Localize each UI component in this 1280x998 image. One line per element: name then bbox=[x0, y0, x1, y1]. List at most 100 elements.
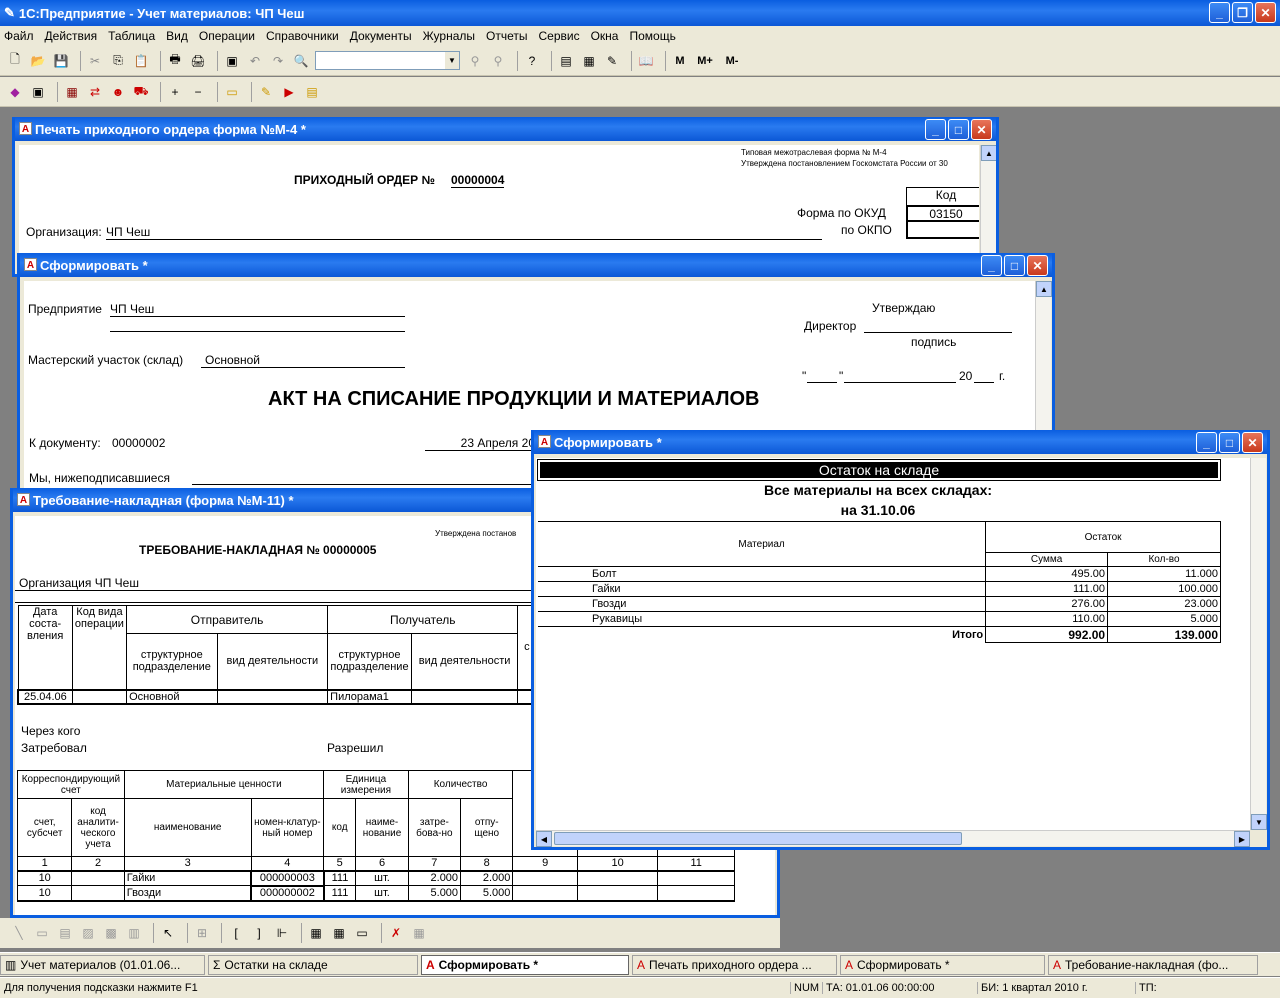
menu-service[interactable]: Сервис bbox=[538, 29, 579, 43]
group-icon[interactable]: ⊞ bbox=[193, 924, 211, 942]
restore-button[interactable]: ❐ bbox=[1232, 2, 1253, 23]
task-receipt-order[interactable]: A Печать приходного ордера ... bbox=[632, 954, 837, 975]
table-props-icon[interactable]: ▦ bbox=[410, 924, 428, 942]
close-button[interactable]: ✕ bbox=[1255, 2, 1276, 23]
scroll-left-icon[interactable]: ◀ bbox=[536, 831, 552, 847]
maximize-button[interactable]: □ bbox=[1004, 255, 1025, 276]
minimize-button[interactable]: _ bbox=[925, 119, 946, 140]
plus-icon[interactable]: + bbox=[166, 83, 184, 101]
search-combo[interactable]: ▼ bbox=[315, 51, 460, 70]
scroll-up-icon[interactable]: ▲ bbox=[1036, 281, 1052, 297]
scroll-right-icon[interactable]: ▶ bbox=[1234, 831, 1250, 847]
org-line bbox=[15, 590, 535, 591]
picture-icon[interactable]: ▨ bbox=[79, 924, 97, 942]
journal-icon[interactable]: ▣ bbox=[29, 83, 47, 101]
row-opcode bbox=[71, 689, 128, 704]
year-line bbox=[974, 369, 994, 383]
rectangle-icon[interactable]: ▭ bbox=[33, 924, 51, 942]
undo-icon[interactable]: ↶ bbox=[246, 52, 264, 70]
print-icon[interactable]: 🖶 bbox=[166, 52, 184, 70]
scroll-thumb[interactable] bbox=[554, 832, 962, 845]
menu-actions[interactable]: Действия bbox=[45, 29, 98, 43]
close-button[interactable]: ✕ bbox=[971, 119, 992, 140]
menu-reports[interactable]: Отчеты bbox=[486, 29, 527, 43]
memory-mplus-button[interactable]: M+ bbox=[694, 52, 716, 70]
signature-label: подпись bbox=[911, 335, 957, 349]
maximize-button[interactable]: □ bbox=[1219, 432, 1240, 453]
chevron-down-icon[interactable]: ▼ bbox=[445, 52, 459, 69]
copy-icon[interactable]: ⎘ bbox=[109, 52, 127, 70]
task-form-active[interactable]: A Сформировать * bbox=[421, 954, 629, 975]
vertical-scrollbar[interactable]: ▼ bbox=[1250, 458, 1267, 830]
menu-view[interactable]: Вид bbox=[166, 29, 188, 43]
transfer-icon[interactable]: ⇄ bbox=[86, 83, 104, 101]
text-icon[interactable]: ▤ bbox=[56, 924, 74, 942]
new-icon[interactable]: 🗋 bbox=[6, 52, 24, 70]
minus-icon[interactable]: − bbox=[189, 83, 207, 101]
help-icon[interactable]: ? bbox=[523, 52, 541, 70]
menu-references[interactable]: Справочники bbox=[266, 29, 339, 43]
memory-m-button[interactable]: M bbox=[671, 52, 689, 70]
operations-icon[interactable]: ◆ bbox=[6, 83, 24, 101]
close-button[interactable]: ✕ bbox=[1242, 432, 1263, 453]
bracket-close-icon[interactable]: ] bbox=[250, 924, 268, 942]
warehouse-icon[interactable]: ▦ bbox=[63, 83, 81, 101]
edit-icon[interactable]: ✎ bbox=[257, 83, 275, 101]
table-row-unit: шт. bbox=[355, 870, 409, 886]
task-stock[interactable]: Σ Остатки на складе bbox=[208, 954, 418, 975]
book-icon[interactable]: 📖 bbox=[637, 52, 655, 70]
menu-journals[interactable]: Журналы bbox=[423, 29, 475, 43]
pointer-icon[interactable]: ↖ bbox=[159, 924, 177, 942]
cut-icon[interactable]: ✂ bbox=[86, 52, 104, 70]
memory-mminus-button[interactable]: M- bbox=[721, 52, 743, 70]
okpo-value bbox=[906, 222, 979, 239]
task-materials[interactable]: ▥ Учет материалов (01.01.06... bbox=[0, 954, 205, 975]
menu-table[interactable]: Таблица bbox=[108, 29, 155, 43]
tool-icon[interactable]: ✎ bbox=[603, 52, 621, 70]
close-button[interactable]: ✕ bbox=[1027, 255, 1048, 276]
align-icon[interactable]: ⊩ bbox=[273, 924, 291, 942]
ruler-icon[interactable]: ▭ bbox=[353, 924, 371, 942]
app-title: 1С:Предприятие - Учет материалов: ЧП Чеш bbox=[18, 5, 305, 21]
table-icon[interactable]: ▦ bbox=[330, 924, 348, 942]
people-icon[interactable]: ☻ bbox=[109, 83, 127, 101]
scroll-down-icon[interactable]: ▼ bbox=[1251, 814, 1267, 830]
open-icon[interactable]: 📂 bbox=[29, 52, 47, 70]
find-icon[interactable]: 🔍 bbox=[292, 52, 310, 70]
save-icon[interactable]: 💾 bbox=[52, 52, 70, 70]
chart-icon[interactable]: ▥ bbox=[125, 924, 143, 942]
menu-documents[interactable]: Документы bbox=[350, 29, 412, 43]
run-icon[interactable]: ▶ bbox=[280, 83, 298, 101]
horizontal-scrollbar[interactable]: ◀ ▶ bbox=[536, 830, 1250, 847]
menu-windows[interactable]: Окна bbox=[591, 29, 619, 43]
folder-icon[interactable]: ▭ bbox=[223, 83, 241, 101]
bracket-open-icon[interactable]: [ bbox=[227, 924, 245, 942]
minimize-button[interactable]: _ bbox=[1209, 2, 1230, 23]
find-next-icon[interactable]: ⚲ bbox=[466, 52, 484, 70]
properties-icon[interactable]: ▣ bbox=[223, 52, 241, 70]
menu-operations[interactable]: Операции bbox=[199, 29, 255, 43]
menu-help[interactable]: Помощь bbox=[629, 29, 675, 43]
menu-bar: Файл Действия Таблица Вид Операции Справ… bbox=[0, 26, 1280, 46]
redo-icon[interactable]: ↷ bbox=[269, 52, 287, 70]
line-icon[interactable]: ╲ bbox=[10, 924, 28, 942]
menu-file[interactable]: Файл bbox=[4, 29, 34, 43]
delete-icon[interactable]: ✗ bbox=[387, 924, 405, 942]
task-form[interactable]: A Сформировать * bbox=[840, 954, 1045, 975]
task-requisition[interactable]: A Требование-накладная (фо... bbox=[1048, 954, 1258, 975]
sum-header: Сумма bbox=[985, 552, 1109, 567]
paste-icon[interactable]: 📋 bbox=[132, 52, 150, 70]
print-preview-icon[interactable]: 🖨 bbox=[189, 52, 207, 70]
ole-icon[interactable]: ▩ bbox=[102, 924, 120, 942]
truck-icon[interactable]: ⛟ bbox=[132, 83, 150, 101]
grid-icon[interactable]: ▦ bbox=[307, 924, 325, 942]
org-label: Организация: bbox=[26, 225, 102, 239]
minimize-button[interactable]: _ bbox=[981, 255, 1002, 276]
find-prev-icon[interactable]: ⚲ bbox=[489, 52, 507, 70]
maximize-button[interactable]: □ bbox=[948, 119, 969, 140]
calculator-icon[interactable]: ▤ bbox=[557, 52, 575, 70]
calendar-icon[interactable]: ▦ bbox=[580, 52, 598, 70]
report-icon[interactable]: ▤ bbox=[303, 83, 321, 101]
minimize-button[interactable]: _ bbox=[1196, 432, 1217, 453]
scroll-up-icon[interactable]: ▲ bbox=[981, 145, 996, 161]
